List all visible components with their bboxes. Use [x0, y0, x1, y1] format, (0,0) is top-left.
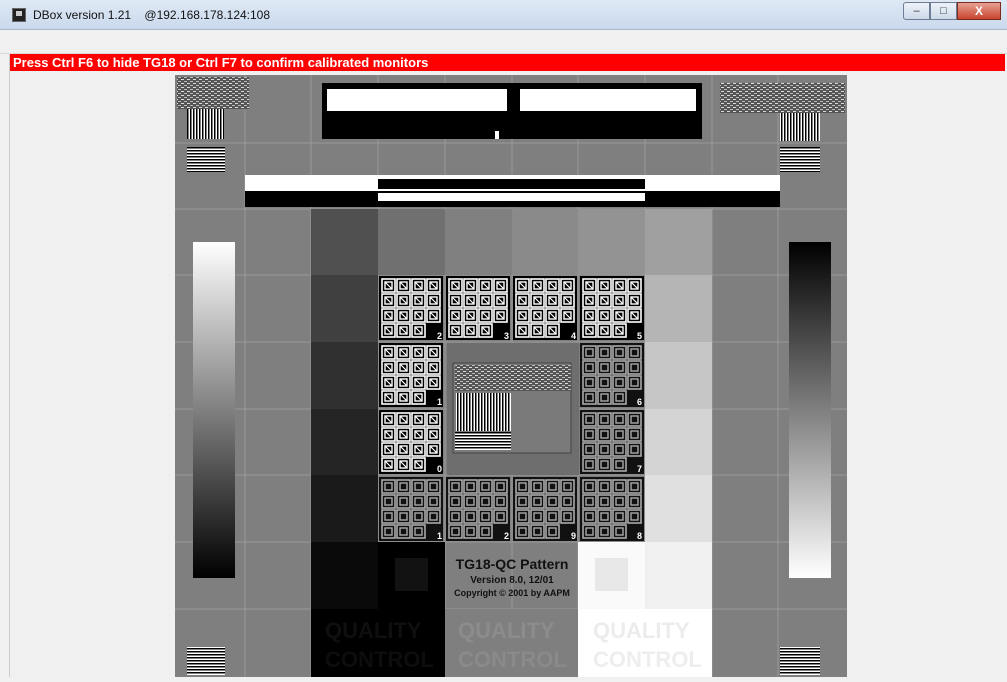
horizontal-contrast-bars	[245, 175, 780, 207]
patch-number: 0	[437, 464, 442, 474]
toolbar-area	[0, 30, 1007, 54]
qc-word-mid: QUALITY	[458, 618, 555, 643]
close-button[interactable]: X	[957, 2, 1001, 20]
title-bar[interactable]: DBox version 1.21 @192.168.178.124:108 –…	[0, 0, 1007, 30]
maximize-button[interactable]: □	[930, 2, 957, 20]
patch-number: 1	[437, 397, 442, 407]
top-bar-patterns	[322, 83, 702, 139]
patch-number: 3	[504, 331, 509, 341]
patch-number: 5	[637, 331, 642, 341]
pattern-name: TG18-QC Pattern	[456, 556, 569, 572]
qc-word-mid-2: CONTROL	[458, 647, 567, 672]
left-panel-edge	[0, 54, 10, 677]
minimize-icon: –	[913, 5, 920, 17]
tg18-pattern-graphic: 2 3 4 5 1 6 0 7 1 2 9 8 TG18-QC Pattern …	[175, 75, 847, 677]
qc-word-light-2: CONTROL	[593, 647, 702, 672]
patch-number: 6	[637, 397, 642, 407]
right-gradient-ramp	[789, 242, 831, 578]
left-gradient-ramp	[193, 242, 235, 578]
pattern-copyright: Copyright © 2001 by AAPM	[454, 588, 570, 598]
patch-number: 1	[437, 531, 442, 541]
qc-word-dark: QUALITY	[325, 618, 422, 643]
window-controls: – □ X	[903, 2, 1001, 22]
window-title: DBox version 1.21 @192.168.178.124:108	[33, 8, 271, 22]
qc-word-dark-2: CONTROL	[325, 647, 434, 672]
patch-number: 4	[571, 331, 576, 341]
patch-number: 2	[437, 331, 442, 341]
patch-number: 7	[637, 464, 642, 474]
close-icon: X	[974, 4, 983, 18]
qc-word-light: QUALITY	[593, 618, 690, 643]
pattern-label: TG18-QC Pattern Version 8.0, 12/01 Copyr…	[454, 556, 570, 598]
pattern-version: Version 8.0, 12/01	[470, 575, 554, 586]
calibration-banner: Press Ctrl F6 to hide TG18 or Ctrl F7 to…	[10, 54, 1005, 71]
patch-number: 2	[504, 531, 509, 541]
patch-number: 9	[571, 531, 576, 541]
minimize-button[interactable]: –	[903, 2, 930, 20]
corner-bottom-right	[780, 647, 820, 675]
corner-bottom-left	[187, 647, 225, 675]
tg18-qc-pattern: 2 3 4 5 1 6 0 7 1 2 9 8 TG18-QC Pattern …	[175, 75, 847, 677]
app-icon[interactable]	[12, 8, 26, 22]
maximize-icon: □	[940, 5, 947, 17]
patch-number: 8	[637, 531, 642, 541]
center-resolution-inset	[447, 343, 579, 475]
